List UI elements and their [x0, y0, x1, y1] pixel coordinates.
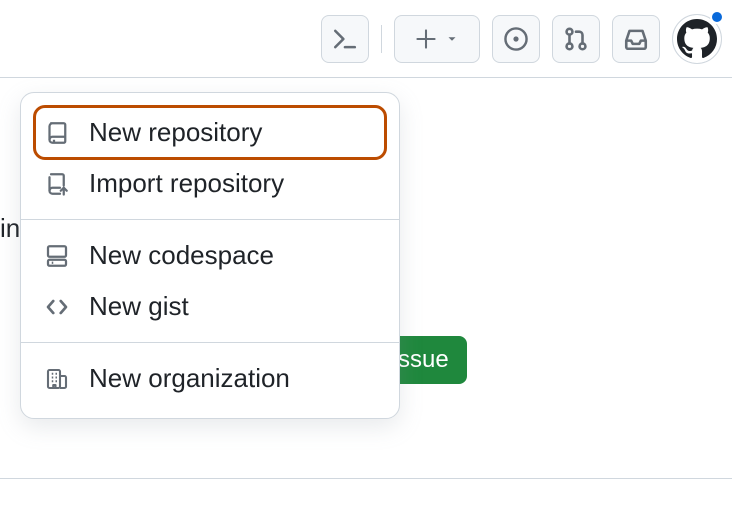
menu-divider — [21, 219, 399, 220]
menu-item-new-codespace[interactable]: New codespace — [21, 230, 399, 281]
user-menu[interactable] — [672, 14, 722, 64]
codespaces-icon — [43, 244, 71, 268]
organization-icon — [43, 367, 71, 391]
create-new-dropdown: New repository Import repository New cod… — [20, 92, 400, 419]
top-toolbar — [0, 0, 732, 78]
menu-item-label: New repository — [89, 117, 262, 148]
create-new-button[interactable] — [394, 15, 480, 63]
menu-item-new-repository[interactable]: New repository — [35, 107, 385, 158]
menu-item-label: Import repository — [89, 168, 284, 199]
repo-icon — [43, 121, 71, 145]
inbox-icon — [623, 26, 649, 52]
issues-button[interactable] — [492, 15, 540, 63]
terminal-icon — [332, 26, 358, 52]
issue-opened-icon — [503, 26, 529, 52]
menu-item-import-repository[interactable]: Import repository — [21, 158, 399, 209]
plus-icon — [415, 28, 437, 50]
command-palette-button[interactable] — [321, 15, 369, 63]
code-icon — [43, 295, 71, 319]
menu-divider — [21, 342, 399, 343]
menu-item-new-organization[interactable]: New organization — [21, 353, 399, 404]
repo-push-icon — [43, 172, 71, 196]
notification-badge — [710, 10, 724, 24]
git-pull-request-icon — [563, 26, 589, 52]
button-label-suffix: ssue — [398, 346, 449, 374]
horizontal-rule — [0, 478, 732, 479]
menu-item-new-gist[interactable]: New gist — [21, 281, 399, 332]
menu-item-label: New gist — [89, 291, 189, 322]
menu-item-label: New codespace — [89, 240, 274, 271]
caret-down-icon — [445, 32, 459, 46]
toolbar-divider — [381, 25, 382, 53]
menu-item-label: New organization — [89, 363, 290, 394]
truncated-text-in: in — [0, 213, 20, 244]
pull-requests-button[interactable] — [552, 15, 600, 63]
notifications-button[interactable] — [612, 15, 660, 63]
